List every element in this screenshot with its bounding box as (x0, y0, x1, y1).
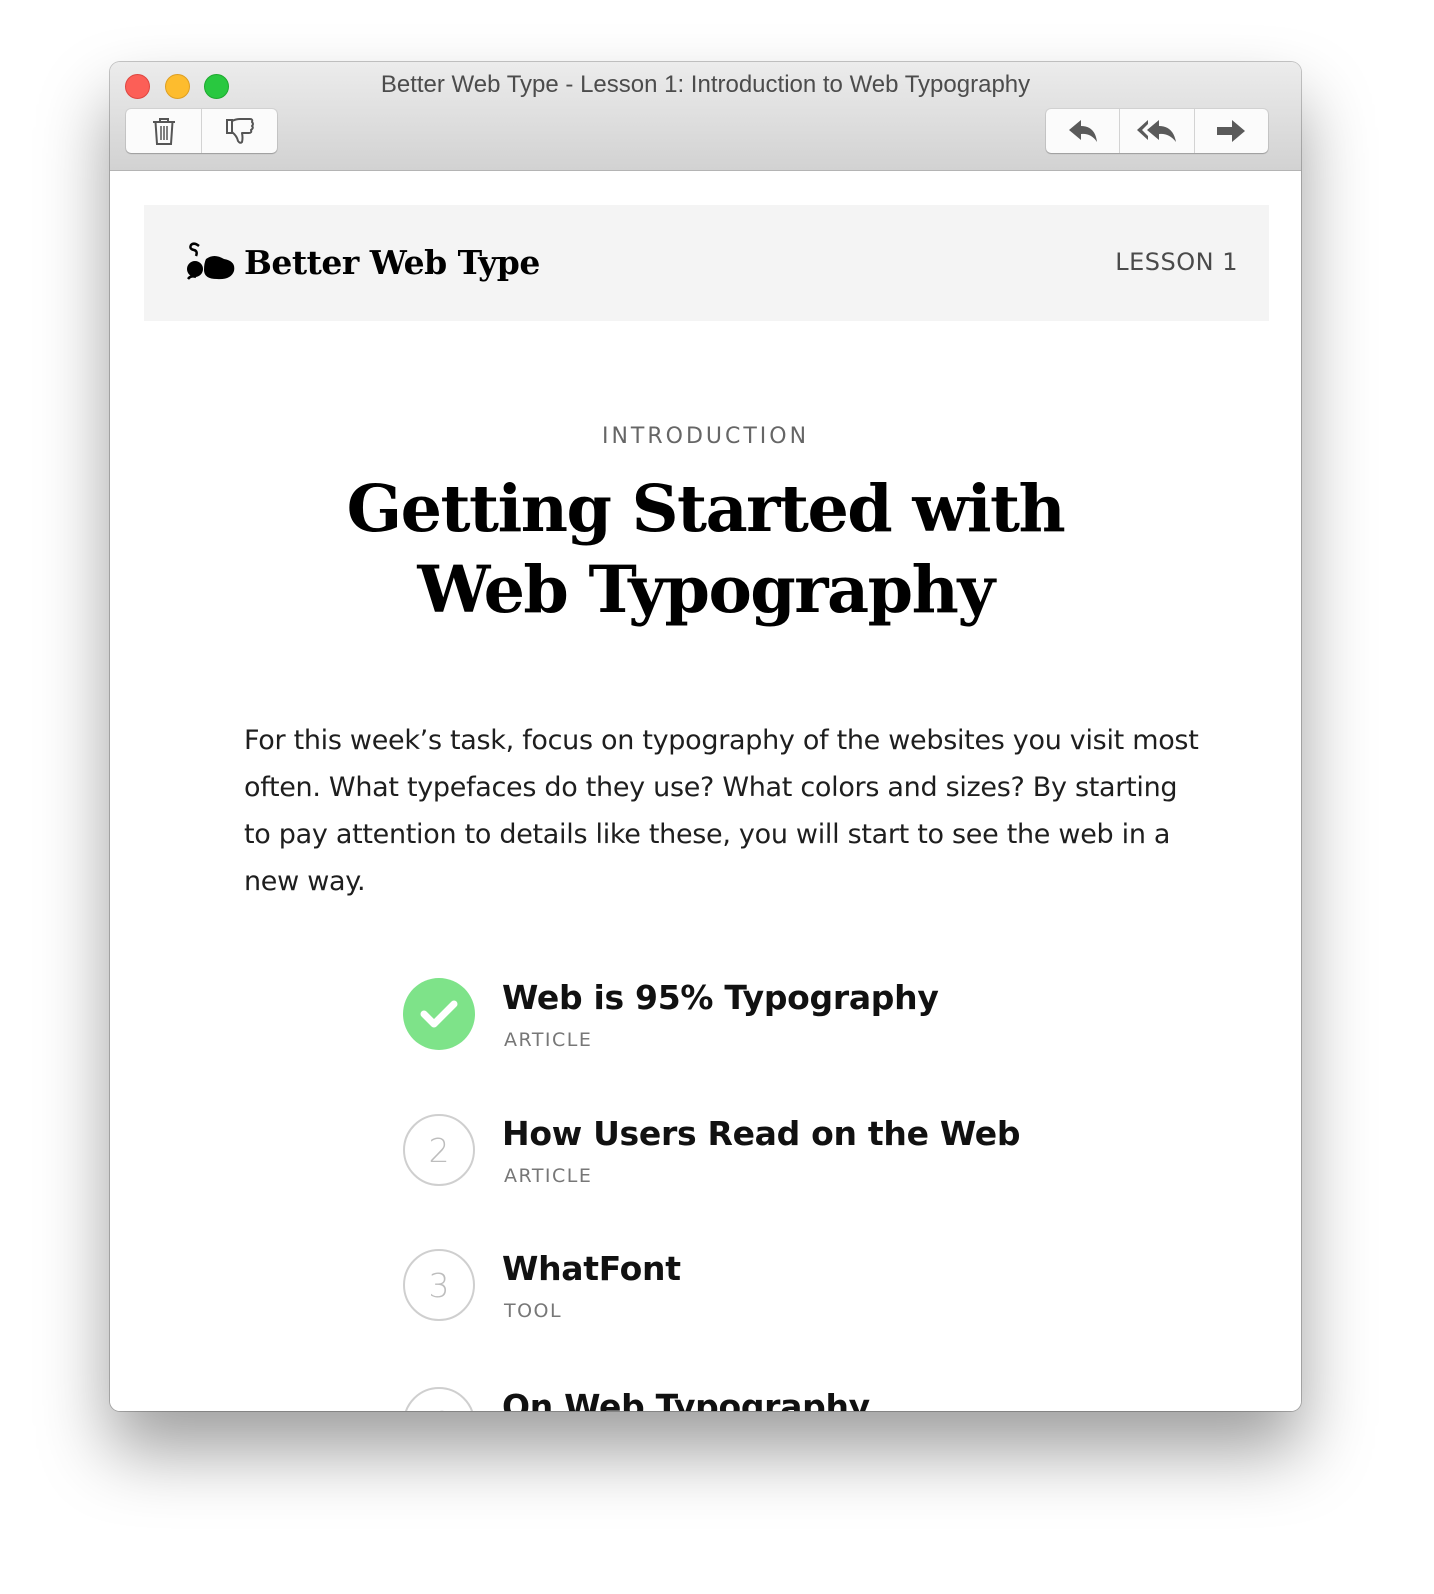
title-line-2: Web Typography (417, 552, 995, 628)
item-title[interactable]: How Users Read on the Web (502, 1114, 1020, 1153)
reply-all-icon (1136, 120, 1176, 142)
list-item[interactable]: Web is 95% Typography ARTICLE (403, 978, 1203, 1068)
title-line-1: Getting Started with (346, 471, 1066, 547)
newsletter-header: Better Web Type LESSON 1 (144, 205, 1269, 321)
trash-icon (152, 118, 175, 145)
thumbs-down-icon (225, 118, 254, 144)
forward-icon (1217, 120, 1246, 142)
item-title[interactable]: WhatFont (502, 1249, 681, 1288)
junk-button[interactable] (202, 109, 277, 153)
delete-button[interactable] (126, 109, 202, 153)
item-title[interactable]: On Web Typography (502, 1387, 870, 1411)
step-number-badge: 3 (403, 1249, 475, 1321)
item-title[interactable]: Web is 95% Typography (502, 978, 939, 1017)
forward-button[interactable] (1195, 109, 1268, 153)
lesson-label: LESSON 1 (1115, 248, 1238, 276)
logo-icon (187, 242, 235, 280)
reply-all-button[interactable] (1120, 109, 1195, 153)
reply-icon (1068, 120, 1097, 142)
reply-button[interactable] (1046, 109, 1121, 153)
completed-badge (403, 978, 475, 1050)
step-number: 3 (428, 1265, 450, 1305)
window-title: Better Web Type - Lesson 1: Introduction… (380, 71, 1031, 98)
toolbar-left-group (126, 109, 277, 153)
list-item[interactable]: 3 WhatFont TOOL (403, 1249, 1203, 1339)
title-bar: Better Web Type - Lesson 1: Introduction… (110, 62, 1301, 171)
brand-logo[interactable]: Better Web Type (184, 241, 540, 283)
intro-paragraph: For this week’s task, focus on typograph… (244, 725, 1199, 897)
checkmark-icon (420, 1000, 458, 1028)
step-number-badge: 2 (403, 1114, 475, 1186)
list-item[interactable]: 2 How Users Read on the Web ARTICLE (403, 1114, 1203, 1204)
step-number-badge: 4 (403, 1387, 475, 1411)
mail-window: Better Web Type - Lesson 1: Introduction… (110, 62, 1301, 1411)
item-type: ARTICLE (504, 1029, 593, 1051)
item-type: ARTICLE (504, 1165, 593, 1187)
list-item[interactable]: 4 On Web Typography (403, 1387, 1203, 1411)
page-title: Getting Started with Web Typography (260, 469, 1151, 631)
section-kicker: INTRODUCTION (601, 424, 810, 449)
item-type: TOOL (504, 1300, 563, 1322)
toolbar-right-group (1046, 109, 1268, 153)
message-content: Better Web Type LESSON 1 INTRODUCTION Ge… (110, 171, 1301, 1411)
step-number: 2 (428, 1130, 450, 1170)
brand-name: Better Web Type (244, 242, 540, 282)
step-number: 4 (429, 1404, 450, 1412)
